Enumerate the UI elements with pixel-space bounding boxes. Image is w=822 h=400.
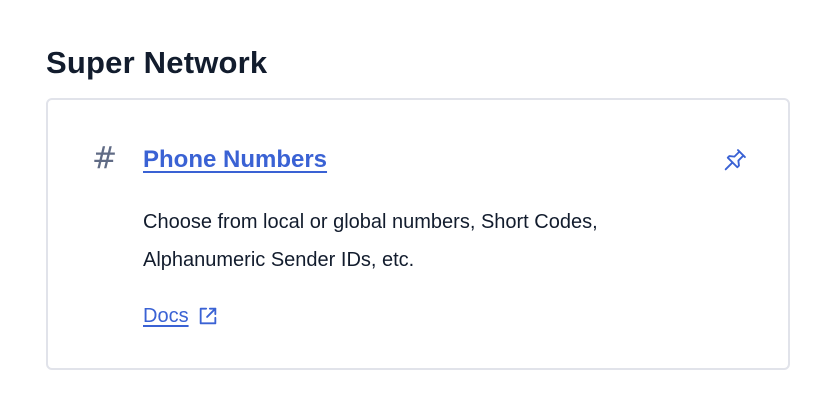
card-title-link[interactable]: Phone Numbers <box>143 144 327 176</box>
pin-icon[interactable] <box>721 146 749 174</box>
section-title: Super Network <box>46 45 268 80</box>
card-description: Choose from local or global numbers, Sho… <box>143 211 598 271</box>
docs-link[interactable]: Docs <box>143 302 219 330</box>
external-link-icon <box>197 305 219 327</box>
docs-link-label[interactable]: Docs <box>143 302 189 330</box>
hash-icon: # <box>92 141 118 176</box>
product-card: # Phone Numbers Choose from local or glo… <box>46 98 790 370</box>
